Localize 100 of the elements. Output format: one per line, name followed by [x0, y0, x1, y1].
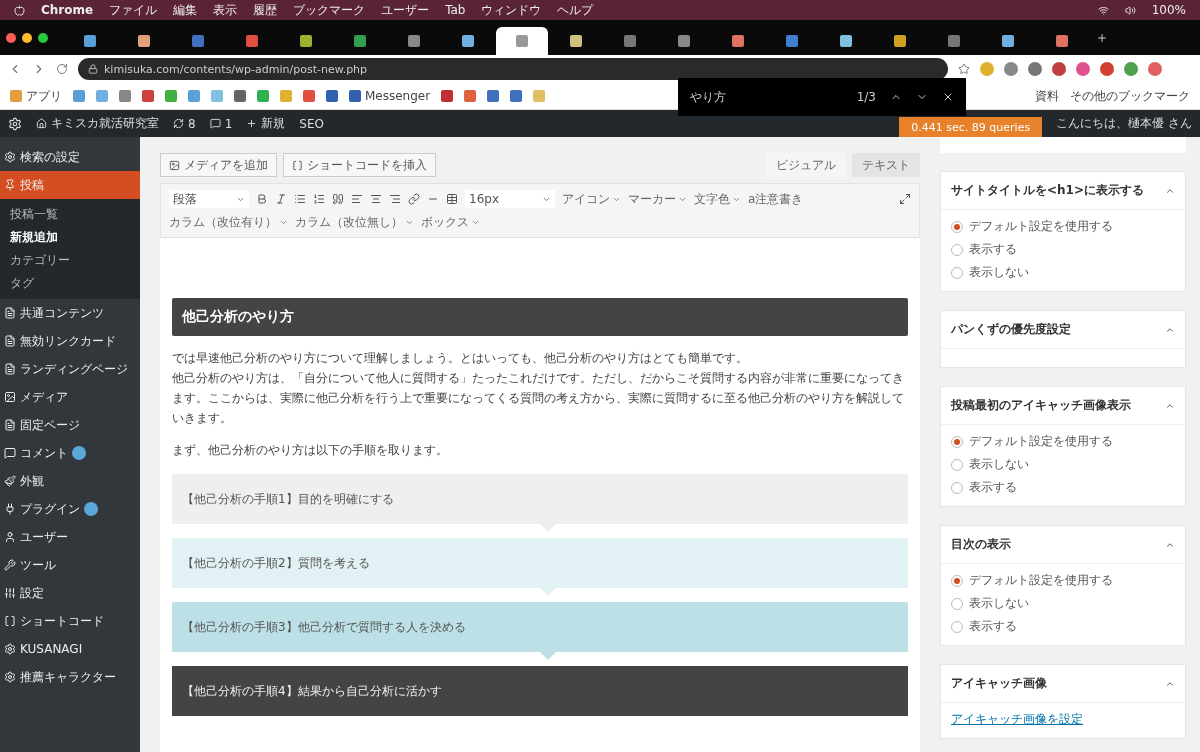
brush-icon	[4, 475, 16, 487]
bookmark-icon[interactable]	[234, 90, 246, 102]
submenu-item[interactable]: タグ	[0, 272, 140, 295]
menu-item[interactable]: 編集	[173, 1, 198, 19]
quote-icon[interactable]	[332, 193, 344, 205]
sidebar-item[interactable]: メディア	[0, 383, 140, 411]
menu-item[interactable]: 表示	[213, 1, 238, 19]
bookmark-icon[interactable]	[119, 90, 131, 102]
sidebar-item[interactable]: コメント	[0, 439, 140, 467]
align-right-icon[interactable]	[389, 193, 401, 205]
menu-item[interactable]: ブックマーク	[293, 1, 366, 19]
bookmark-icon[interactable]	[441, 90, 454, 102]
sidebar-item[interactable]: プラグイン	[0, 495, 140, 523]
minimize-window-button[interactable]	[22, 32, 32, 43]
option-label: 表示しない	[969, 456, 1029, 473]
sidebar-item[interactable]: 無効リンクカード	[0, 327, 140, 355]
editor-mode-tab[interactable]: テキスト	[852, 153, 920, 177]
toolbar-dropdown[interactable]: マーカー	[628, 190, 687, 208]
wifi-icon[interactable]	[1097, 4, 1109, 16]
extension-icon[interactable]	[1076, 62, 1090, 76]
set-featured-image-link[interactable]: アイキャッチ画像を設定	[951, 711, 1175, 728]
bookmark-star-icon[interactable]	[958, 63, 970, 75]
find-query: やり方	[690, 88, 726, 106]
menu-item[interactable]: 履歴	[253, 1, 278, 19]
close-window-button[interactable]	[6, 32, 16, 43]
submenu-item[interactable]: 新規追加	[0, 226, 140, 249]
submenu-item[interactable]: 投稿一覧	[0, 203, 140, 226]
link-icon[interactable]	[408, 193, 420, 205]
sidebar-item[interactable]: 検索の設定	[0, 143, 140, 171]
extension-icon[interactable]	[1100, 62, 1114, 76]
bold-icon[interactable]	[256, 193, 268, 205]
fullscreen-icon[interactable]	[899, 193, 911, 205]
align-center-icon[interactable]	[370, 193, 382, 205]
sidebar-item[interactable]: 固定ページ	[0, 411, 140, 439]
extension-icon[interactable]	[1148, 62, 1162, 76]
font-size-select[interactable]: 16px	[465, 190, 555, 208]
add-media-button[interactable]: メディアを追加	[160, 153, 277, 177]
bookmark[interactable]: Messenger	[349, 89, 431, 103]
toolbar-dropdown[interactable]: 文字色	[694, 190, 741, 208]
new-tab-icon[interactable]	[1096, 31, 1108, 44]
bookmark[interactable]: アプリ	[10, 87, 62, 105]
editor-mode-tab[interactable]: ビジュアル	[766, 153, 846, 177]
insert-shortcode-button[interactable]: ショートコードを挿入	[283, 153, 436, 177]
menu-item[interactable]: ヘルプ	[557, 1, 594, 19]
menu-item[interactable]: Tab	[445, 3, 466, 17]
menu-item[interactable]: ウィンドウ	[481, 1, 542, 19]
sidebar-item[interactable]: 推薦キャラクター	[0, 663, 140, 691]
italic-icon[interactable]	[275, 193, 287, 205]
match-count: 1/3	[856, 90, 876, 104]
toolbar-dropdown[interactable]: カラム（改位有り）	[169, 214, 288, 231]
bulleted-list-icon[interactable]	[294, 193, 306, 205]
zoom-window-button[interactable]	[38, 32, 48, 43]
sidebar-item[interactable]: ショートコード	[0, 607, 140, 635]
address-field[interactable]: kimisuka.com/contents/wp-admin/post-new.php	[78, 58, 948, 80]
new-post-link[interactable]: 新規	[246, 115, 286, 132]
updates-link[interactable]: 8	[173, 116, 196, 131]
menu-item[interactable]: ユーザー	[381, 1, 430, 19]
extension-icon[interactable]	[1124, 62, 1138, 76]
toolbar-dropdown[interactable]: アイコン	[562, 190, 621, 208]
format-select[interactable]: 段落	[169, 190, 249, 208]
option-label: 表示する	[969, 618, 1017, 635]
menu-item[interactable]: ファイル	[109, 1, 158, 19]
bookmark-icon[interactable]	[464, 90, 477, 102]
sidebar-item[interactable]: ユーザー	[0, 523, 140, 551]
close-icon[interactable]	[942, 91, 954, 103]
battery-percentage: 100%	[1151, 3, 1186, 17]
paragraph: では早速他己分析のやり方について理解しましょう。とはいっても、他己分析のやり方はとても簡単です。	[172, 350, 749, 367]
seo-link[interactable]: SEO	[299, 116, 324, 131]
note-button[interactable]: a注意書き	[748, 190, 804, 208]
reload-icon[interactable]	[56, 63, 68, 75]
sidebar-item[interactable]: KUSANAGI	[0, 635, 140, 663]
menu-label: KUSANAGI	[20, 642, 83, 656]
extension-icon[interactable]	[1028, 62, 1042, 76]
volume-icon[interactable]	[1124, 4, 1136, 16]
new-label: 新規	[261, 115, 286, 132]
greeting-link[interactable]: こんにちは、樋本優 さん	[1056, 115, 1192, 132]
sidebar-item[interactable]: 設定	[0, 579, 140, 607]
sidebar-item[interactable]: ツール	[0, 551, 140, 579]
comments-link[interactable]: 1	[209, 116, 233, 131]
bookmark-icon[interactable]	[510, 90, 523, 102]
sidebar-item[interactable]: 共通コンテンツ	[0, 299, 140, 327]
other-bookmarks[interactable]: その他のブックマーク	[1070, 87, 1190, 105]
align-left-icon[interactable]	[351, 193, 363, 205]
option-label: 表示しない	[969, 595, 1029, 612]
extension-icon[interactable]	[1004, 62, 1018, 76]
sidebar-item[interactable]: 外観	[0, 467, 140, 495]
extension-icon[interactable]	[1052, 62, 1066, 76]
submenu-item[interactable]: カテゴリー	[0, 249, 140, 272]
bookmark-icon[interactable]	[142, 90, 154, 102]
table-icon[interactable]	[446, 193, 458, 205]
toolbar-dropdown[interactable]: カラム（改位無し）	[295, 214, 414, 231]
menu-item[interactable]: Chrome	[41, 3, 94, 17]
toolbar-dropdown[interactable]: ボックス	[421, 214, 480, 231]
bookmark-icon[interactable]	[303, 90, 315, 102]
bookmark-icon[interactable]	[326, 90, 338, 102]
sidebar-item[interactable]: ランディングページ	[0, 355, 140, 383]
sidebar-item[interactable]: 投稿	[0, 171, 140, 199]
bookmark-folder[interactable]: 資料	[1035, 87, 1059, 105]
numbered-list-icon[interactable]	[313, 193, 325, 205]
bookmark-icon[interactable]	[487, 90, 500, 102]
